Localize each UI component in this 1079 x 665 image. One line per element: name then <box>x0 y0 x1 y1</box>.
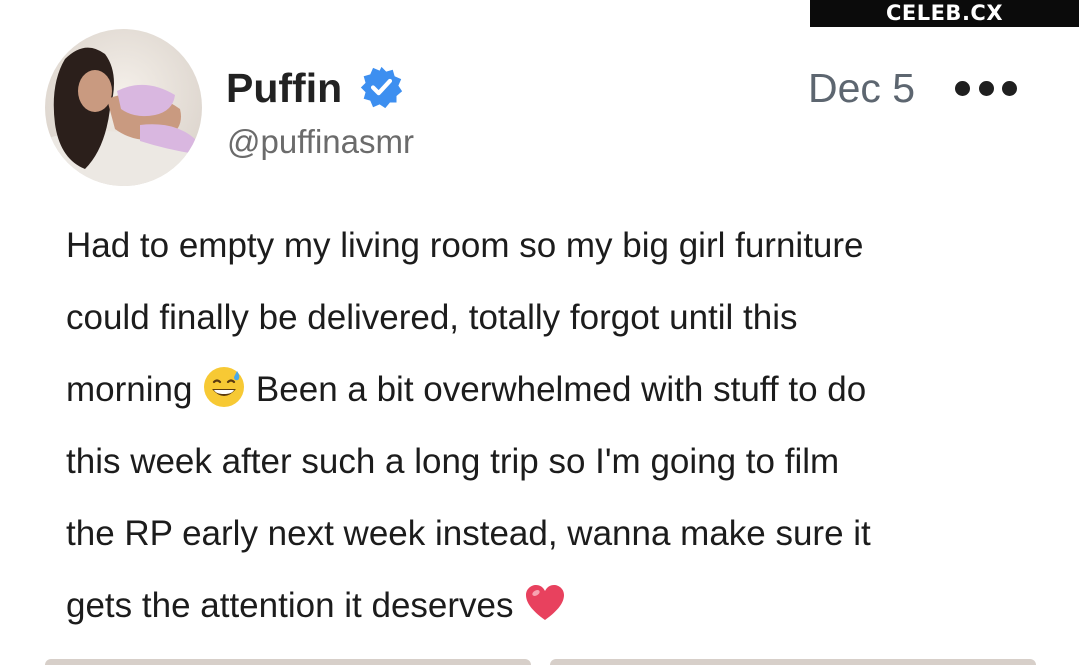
profile-photo <box>45 29 202 186</box>
post-text-line: morning Been a bit overwhelmed with stuf… <box>66 354 1056 426</box>
post-text-segment: Been a bit overwhelmed with stuff to do <box>255 370 867 409</box>
media-thumbnail[interactable] <box>45 659 531 665</box>
grinning-face-with-sweat-emoji <box>202 365 246 409</box>
more-dot <box>1002 80 1017 96</box>
verified-badge-icon <box>359 65 404 110</box>
more-options-icon[interactable] <box>955 73 1017 103</box>
post-text-segment: morning <box>66 370 193 409</box>
watermark-banner: CELEB.CX <box>810 0 1079 27</box>
post-text-line: Had to empty my living room so my big gi… <box>66 226 864 265</box>
post-text-segment: gets the attention it deserves <box>66 586 514 625</box>
post-view: CELEB.CX Puffin @puffinasmr Dec 5 Had to… <box>0 0 1079 665</box>
more-dot <box>978 80 994 96</box>
post-date: Dec 5 <box>808 65 916 111</box>
avatar[interactable] <box>45 29 202 186</box>
post-text-line: could finally be delivered, totally forg… <box>66 298 798 337</box>
user-handle[interactable]: @puffinasmr <box>227 118 414 166</box>
post-text-line: the RP early next week instead, wanna ma… <box>66 514 871 553</box>
display-name[interactable]: Puffin <box>226 60 342 116</box>
red-heart-emoji <box>523 581 567 625</box>
post-text: Had to empty my living room so my big gi… <box>66 210 1056 642</box>
more-dot <box>955 80 970 96</box>
post-text-line: gets the attention it deserves <box>66 570 1056 642</box>
media-thumbnail[interactable] <box>550 659 1036 665</box>
post-text-line: this week after such a long trip so I'm … <box>66 442 840 481</box>
